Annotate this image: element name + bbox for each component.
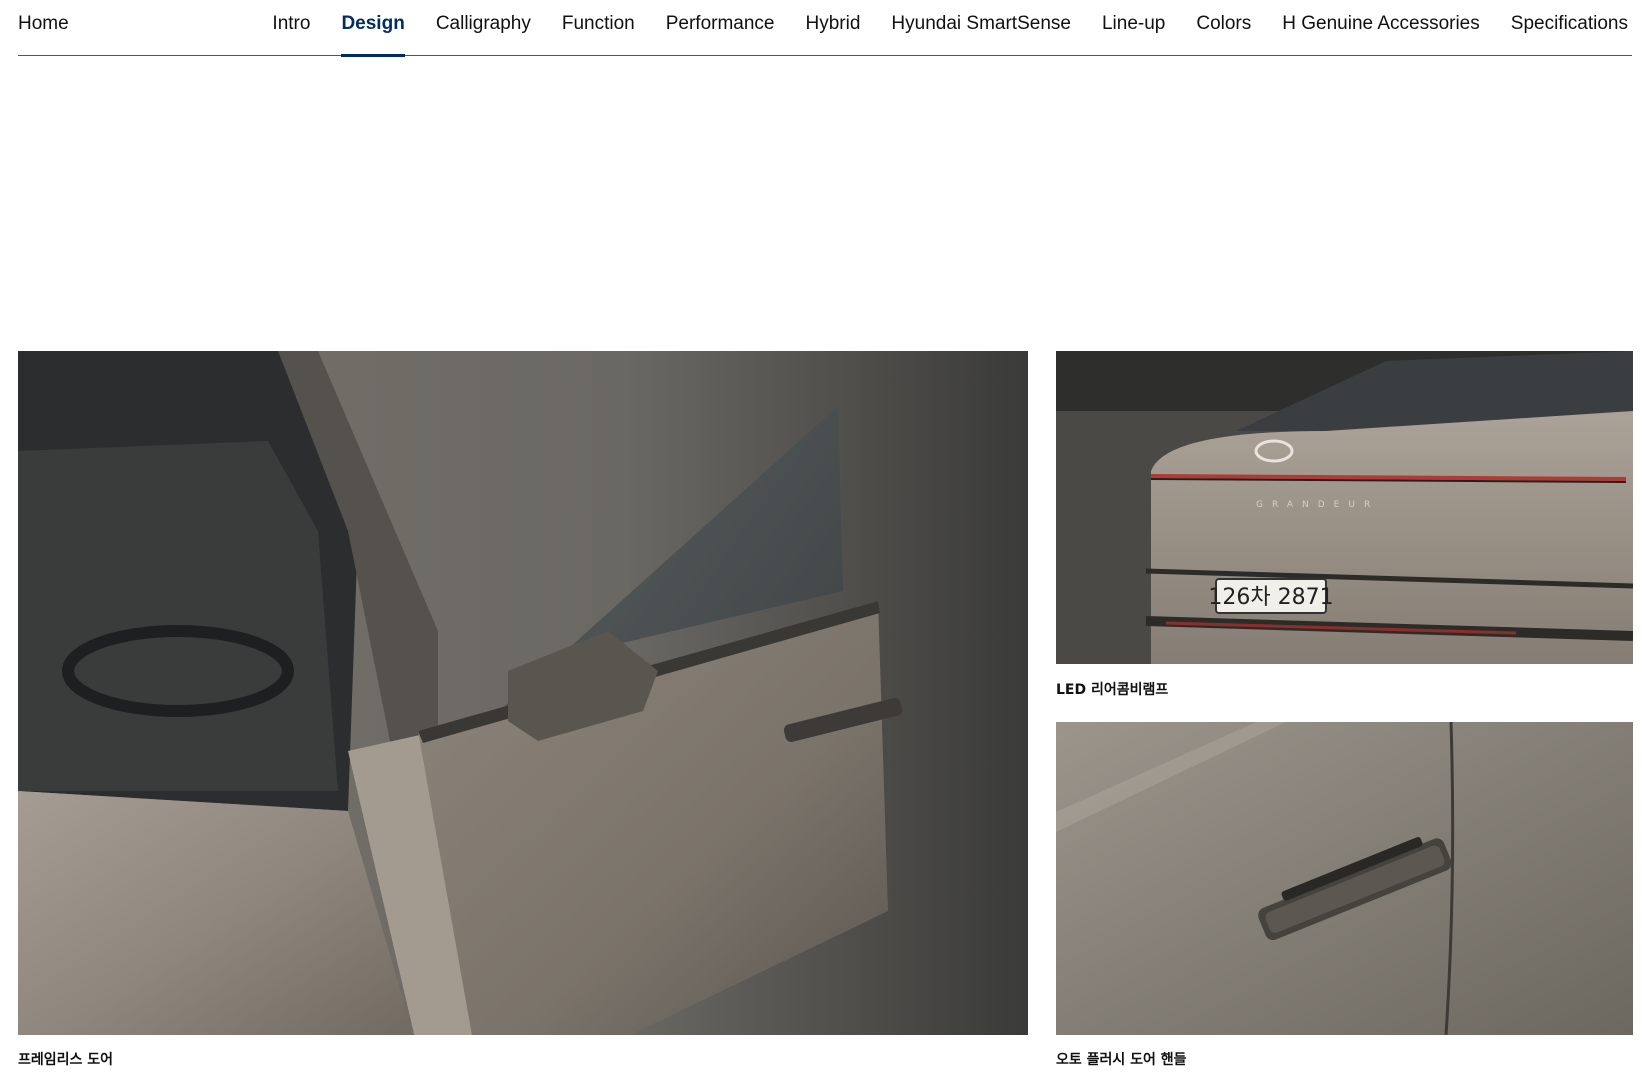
tab-hybrid[interactable]: Hybrid <box>806 0 861 56</box>
tab-calligraphy[interactable]: Calligraphy <box>436 0 531 56</box>
tab-design[interactable]: Design <box>341 0 406 57</box>
tab-hyundai-smartsense[interactable]: Hyundai SmartSense <box>891 0 1071 56</box>
design-gallery: GRANDEUR 126차 2871 LED 리어콤비램프 오토 플러시 도어 … <box>18 351 1633 1075</box>
tab-performance[interactable]: Performance <box>666 0 775 56</box>
tab-specifications[interactable]: Specifications <box>1511 0 1628 56</box>
rear-combi-lamp-caption: LED 리어콤비램프 <box>1056 682 1169 698</box>
top-navigation: Home Intro Design Calligraphy Function P… <box>18 0 1632 57</box>
tab-colors[interactable]: Colors <box>1196 0 1251 56</box>
rear-combi-lamp-image: GRANDEUR 126차 2871 <box>1056 351 1633 664</box>
flush-door-handle-image <box>1056 722 1633 1035</box>
section-tabs: Intro Design Calligraphy Function Perfor… <box>272 0 1628 57</box>
tab-line-up[interactable]: Line-up <box>1102 0 1165 56</box>
flush-door-handle-caption: 오토 플러시 도어 핸들 <box>1056 1052 1187 1068</box>
frameless-door-image <box>18 351 1028 1035</box>
license-plate-text: 126차 2871 <box>1208 585 1333 610</box>
tab-h-genuine-accessories[interactable]: H Genuine Accessories <box>1282 0 1480 56</box>
tab-function[interactable]: Function <box>562 0 635 56</box>
grandeur-badge-text: GRANDEUR <box>1256 500 1379 510</box>
tab-intro[interactable]: Intro <box>272 0 310 56</box>
home-link[interactable]: Home <box>18 13 69 35</box>
frameless-door-caption: 프레임리스 도어 <box>18 1052 114 1068</box>
